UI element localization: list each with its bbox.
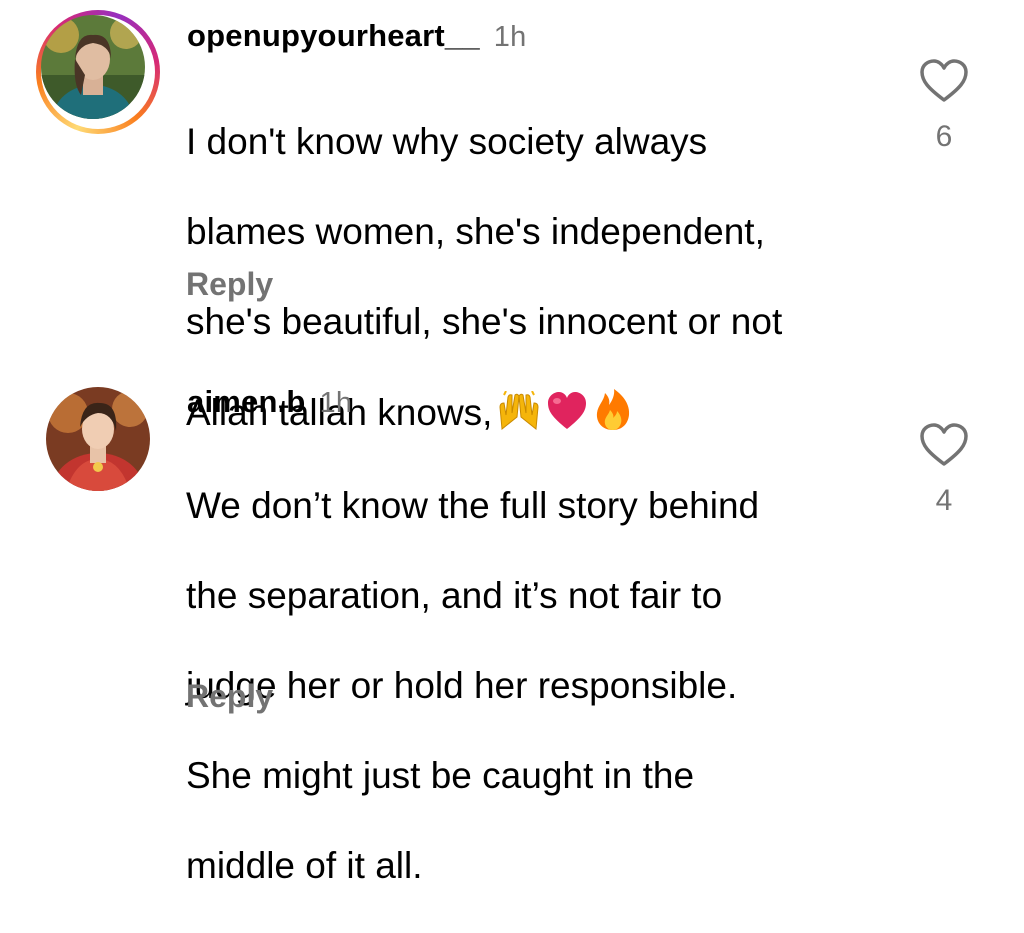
comment-time: 1h bbox=[319, 387, 353, 419]
comment-time: 1h bbox=[493, 21, 527, 53]
like-heart-icon[interactable] bbox=[919, 422, 969, 468]
avatar[interactable] bbox=[46, 387, 150, 491]
comment-text-line: I don't know why society always bbox=[186, 121, 708, 162]
comment-username[interactable]: aimen.b 1h bbox=[187, 384, 352, 420]
avatar-photo bbox=[46, 387, 150, 491]
comment-item: openupyourheart__ 1h I don't know why soc… bbox=[0, 0, 1024, 433]
reply-button[interactable]: Reply bbox=[186, 678, 273, 715]
like-count: 4 bbox=[935, 484, 953, 517]
avatar bbox=[41, 15, 145, 119]
comment-text-line: the separation, and it’s not fair to bbox=[186, 575, 723, 616]
comment-username[interactable]: openupyourheart__ 1h bbox=[187, 18, 526, 54]
avatar-story-ring[interactable] bbox=[36, 10, 160, 134]
comment-text-line: she's beautiful, she's innocent or not bbox=[186, 301, 783, 342]
comment-text-line: We don’t know the full story behind bbox=[186, 485, 760, 526]
comment-text-line: She might just be caught in the bbox=[186, 755, 695, 796]
comment-text-line: blames women, she's independent, bbox=[186, 211, 765, 252]
comment-text-line: middle of it all. bbox=[186, 845, 423, 886]
reply-button[interactable]: Reply bbox=[186, 266, 273, 303]
username-text[interactable]: aimen.b bbox=[187, 384, 306, 419]
like-heart-icon[interactable] bbox=[919, 58, 969, 104]
like-count: 6 bbox=[935, 120, 953, 153]
avatar-photo bbox=[41, 15, 145, 119]
username-text[interactable]: openupyourheart__ bbox=[187, 18, 480, 53]
